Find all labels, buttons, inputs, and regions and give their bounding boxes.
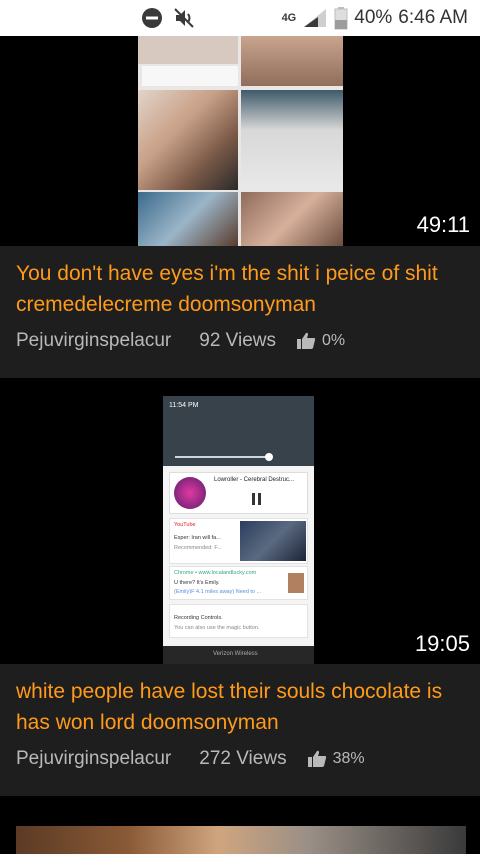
video-duration: 49:11 <box>416 212 470 237</box>
youtube-notification: YouTube Esper: Iran will fa... Recommend… <box>169 518 308 564</box>
video-views: 92 Views <box>199 330 277 351</box>
player-title: Lowroller - Cerebral Destruc... <box>214 477 295 483</box>
video-thumbnail-3[interactable] <box>16 826 466 854</box>
video-author[interactable]: Pejuvirginspelacur <box>16 748 171 770</box>
video-title[interactable]: white people have lost their souls choco… <box>16 676 464 738</box>
video-title[interactable]: You don't have eyes i'm the shit i peice… <box>16 258 464 320</box>
video-thumbnail[interactable]: 11:54 PM Lowroller - Cerebral Destruc...… <box>0 396 480 664</box>
video-views: 272 Views <box>199 748 287 769</box>
rating-percent: 38% <box>332 750 365 767</box>
network-type: 4G <box>281 12 297 24</box>
thumbnail-image: 11:54 PM Lowroller - Cerebral Destruc...… <box>163 396 314 664</box>
thumb-clock: 11:54 PM <box>169 402 199 409</box>
signal-icon <box>304 9 327 27</box>
battery-icon <box>334 7 348 30</box>
video-card-2[interactable]: 11:54 PM Lowroller - Cerebral Destruc...… <box>0 396 480 796</box>
video-meta: Pejuvirginspelacur 272 Views 38% <box>16 748 464 770</box>
status-icons-right: 4G 40% 6:46 AM <box>282 0 468 36</box>
rating-percent: 0% <box>322 332 346 349</box>
video-meta: Pejuvirginspelacur 92 Views 0% <box>16 330 464 352</box>
status-icons-left <box>140 6 196 30</box>
thumbs-up-icon <box>297 332 316 349</box>
video-card-1[interactable]: 49:11 You don't have eyes i'm the shit i… <box>0 36 480 378</box>
clock: 6:46 AM <box>398 7 468 28</box>
thumb-carrier-bar: Verizon Wireless <box>163 646 314 664</box>
thumbs-up-icon <box>307 750 326 767</box>
video-rating: 38% <box>307 750 365 768</box>
video-rating: 0% <box>296 332 345 350</box>
music-player: Lowroller - Cerebral Destruc... <box>169 472 308 514</box>
video-thumbnail[interactable]: 49:11 <box>0 36 480 246</box>
thumbnail-image <box>138 36 343 246</box>
video-duration: 19:05 <box>414 631 470 656</box>
notification-shade: 11:54 PM <box>163 396 314 466</box>
chrome-notification: Chrome • www.localandlucky.com U there? … <box>169 566 308 600</box>
video-info: You don't have eyes i'm the shit i peice… <box>0 246 480 378</box>
status-bar: 4G 40% 6:46 AM <box>0 0 480 36</box>
video-info: white people have lost their souls choco… <box>0 664 480 796</box>
dnd-icon <box>142 8 162 28</box>
mute-icon <box>174 8 194 28</box>
recording-notification: Recording Controls. You can also use the… <box>169 604 308 638</box>
battery-percent: 40% <box>354 7 393 28</box>
video-author[interactable]: Pejuvirginspelacur <box>16 330 171 352</box>
